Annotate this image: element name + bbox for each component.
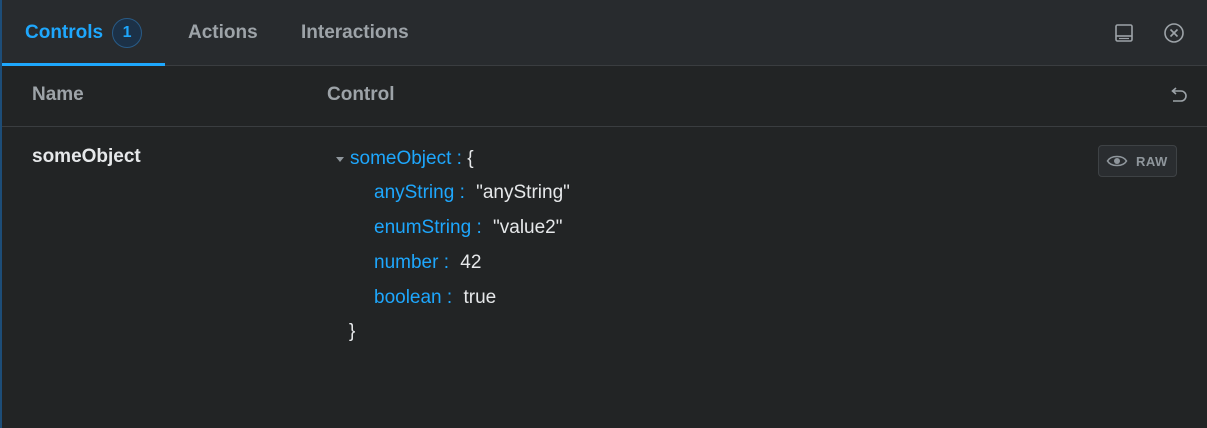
object-entry: enumString : "value2" (374, 217, 563, 239)
entry-value[interactable]: 42 (460, 252, 481, 273)
entry-sep: : (443, 252, 449, 273)
tab-actions[interactable]: Actions (188, 0, 258, 65)
object-root-key[interactable]: someObject (350, 148, 451, 169)
entry-sep: : (459, 182, 465, 203)
entry-value[interactable]: "anyString" (476, 182, 570, 203)
raw-toggle-button[interactable]: RAW (1098, 145, 1177, 177)
collapse-caret-icon[interactable] (336, 157, 344, 162)
entry-value[interactable]: "value2" (493, 217, 562, 238)
object-close-brace: } (349, 321, 356, 342)
row-name-someobject: someObject (32, 146, 141, 167)
entry-value[interactable]: true (463, 287, 496, 308)
close-circle-icon[interactable] (1163, 22, 1185, 44)
column-header-name: Name (32, 84, 84, 105)
tab-bar: Controls 1 Actions Interactions (2, 0, 1207, 66)
object-open-brace: { (467, 148, 474, 169)
column-header-control: Control (327, 84, 395, 105)
object-root-line: someObject : { (350, 148, 474, 170)
controls-count-badge: 1 (112, 17, 143, 48)
tab-controls-label: Controls (25, 21, 104, 43)
tab-interactions[interactable]: Interactions (301, 0, 409, 65)
entry-sep: : (476, 217, 482, 238)
tab-actions-label: Actions (188, 21, 258, 43)
raw-button-label: RAW (1136, 153, 1168, 169)
object-entry: anyString : "anyString" (374, 182, 570, 204)
tab-controls[interactable]: Controls 1 (25, 0, 143, 65)
undo-icon[interactable] (1167, 84, 1189, 106)
object-root-sep: : (456, 148, 462, 169)
entry-key[interactable]: enumString (374, 217, 471, 238)
object-entry: boolean : true (374, 287, 496, 309)
object-close-line: } (349, 321, 355, 343)
eye-icon (1106, 153, 1128, 169)
entry-key[interactable]: boolean (374, 287, 442, 308)
object-entry: number : 42 (374, 252, 481, 274)
table-header: Name Control (2, 66, 1207, 127)
panel-layout-icon[interactable] (1113, 22, 1135, 44)
entry-key[interactable]: anyString (374, 182, 454, 203)
entry-key[interactable]: number (374, 252, 438, 273)
entry-sep: : (446, 287, 453, 308)
tab-interactions-label: Interactions (301, 21, 409, 43)
